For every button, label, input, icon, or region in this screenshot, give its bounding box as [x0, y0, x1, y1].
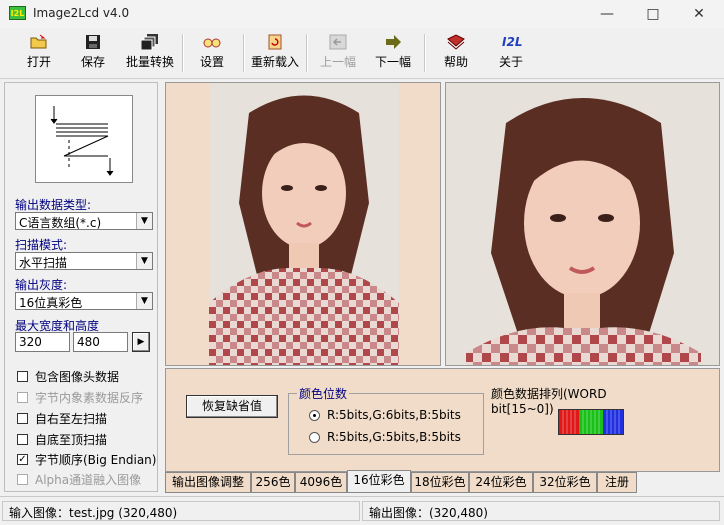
batch-convert-button[interactable]: 批量转换	[122, 30, 178, 74]
apply-size-button[interactable]: ▶	[132, 332, 150, 352]
checkbox-big-endian[interactable]: ✓ 字节顺序(Big Endian)	[17, 451, 162, 469]
tab-register[interactable]: 注册	[597, 472, 637, 493]
checkbox-include-header[interactable]: 包含图像头数据	[17, 368, 162, 386]
about-button[interactable]: I2L 关于	[486, 30, 536, 74]
toolbar-separator	[182, 34, 184, 72]
checkbox-alpha-blend[interactable]: Alpha通道融入图像	[17, 471, 162, 489]
color-bits-group: 颜色位数 R:5bits,G:6bits,B:5bits R:5bits,G:5…	[288, 385, 484, 455]
open-button[interactable]: 打开	[14, 30, 64, 74]
checkbox-reverse-pixel-bits[interactable]: 字节内象素数据反序	[17, 389, 162, 407]
scan-direction-diagram-icon	[35, 95, 133, 183]
tab-output-adjust[interactable]: 输出图像调整	[165, 472, 251, 493]
chevron-down-icon: ▼	[136, 213, 152, 229]
save-disk-icon	[84, 34, 102, 50]
toolbar-separator	[243, 34, 245, 72]
title-bar: I2L Image2Lcd v4.0 — □ ✕	[0, 0, 724, 28]
tab-16bit-color[interactable]: 16位彩色	[347, 470, 411, 493]
toolbar: 打开 保存 批量转换 设置 重新载入 上一幅 下一幅 帮助 I2L 关于	[0, 28, 724, 79]
next-arrow-icon	[384, 34, 402, 50]
reload-button[interactable]: 重新载入	[248, 30, 302, 74]
settings-glasses-icon	[203, 34, 221, 50]
status-output-image: 输出图像：(320,480)	[362, 501, 720, 521]
checkmark-icon: ✓	[17, 454, 28, 465]
color-bits-title: 颜色位数	[297, 385, 350, 402]
input-portrait-image	[209, 83, 399, 365]
status-input-image: 输入图像：test.jpg (320,480)	[2, 501, 360, 521]
radio-555[interactable]: R:5bits,G:5bits,B:5bits	[309, 430, 479, 446]
toolbar-separator	[306, 34, 308, 72]
color-order-title: 颜色数据排列(WORD bit[15~0])	[491, 387, 607, 416]
save-button[interactable]: 保存	[68, 30, 118, 74]
about-i2l-icon: I2L	[502, 35, 523, 49]
next-button[interactable]: 下一幅	[368, 30, 418, 74]
checkbox-bottom-to-top[interactable]: 自底至顶扫描	[17, 431, 162, 449]
color-order-bar-icon	[558, 409, 624, 435]
input-image-pane	[165, 82, 441, 366]
app-logo-icon: I2L	[9, 6, 26, 20]
previous-icon	[329, 34, 347, 50]
batch-convert-icon	[140, 34, 159, 51]
maximize-icon[interactable]: □	[630, 0, 676, 28]
chevron-down-icon: ▼	[136, 293, 152, 309]
restore-defaults-button[interactable]: 恢复缺省值	[186, 395, 278, 418]
scan-mode-select[interactable]: 水平扫描 ▼	[15, 252, 153, 270]
tab-24bit-color[interactable]: 24位彩色	[469, 472, 533, 493]
checkbox-right-to-left[interactable]: 自右至左扫描	[17, 410, 162, 428]
close-icon[interactable]: ✕	[676, 0, 722, 28]
toolbar-separator	[424, 34, 426, 72]
minimize-icon[interactable]: —	[584, 0, 630, 28]
radio-565[interactable]: R:5bits,G:6bits,B:5bits	[309, 408, 479, 424]
tab-256-color[interactable]: 256色	[251, 472, 295, 493]
play-arrow-icon: ▶	[137, 337, 145, 347]
chevron-down-icon: ▼	[136, 253, 152, 269]
tab-18bit-color[interactable]: 18位彩色	[411, 472, 469, 493]
scan-mode-label: 扫描模式:	[15, 238, 68, 252]
gray-label: 输出灰度:	[15, 278, 68, 292]
tab-4096-color[interactable]: 4096色	[295, 472, 347, 493]
settings-panel: 输出数据类型: C语言数组(*.c) ▼ 扫描模式: 水平扫描 ▼ 输出灰度: …	[4, 82, 158, 492]
gray-select[interactable]: 16位真彩色 ▼	[15, 292, 153, 310]
color-settings-page: 恢复缺省值 颜色位数 R:5bits,G:6bits,B:5bits R:5bi…	[165, 368, 720, 472]
reload-icon	[266, 34, 284, 50]
output-type-select[interactable]: C语言数组(*.c) ▼	[15, 212, 153, 230]
previous-button[interactable]: 上一幅	[313, 30, 363, 74]
output-portrait-image	[446, 83, 719, 365]
radio-dot-icon	[313, 414, 316, 417]
help-button[interactable]: 帮助	[431, 30, 481, 74]
settings-button[interactable]: 设置	[187, 30, 237, 74]
output-image-pane	[445, 82, 720, 366]
max-height-input[interactable]: 480	[73, 332, 128, 352]
status-bar: 输入图像：test.jpg (320,480) 输出图像：(320,480)	[0, 496, 724, 525]
help-book-icon	[447, 34, 465, 50]
tab-32bit-color[interactable]: 32位彩色	[533, 472, 597, 493]
output-type-label: 输出数据类型:	[15, 198, 92, 212]
window-title: Image2Lcd v4.0	[33, 6, 130, 20]
max-width-input[interactable]: 320	[15, 332, 70, 352]
open-folder-icon	[30, 34, 48, 50]
